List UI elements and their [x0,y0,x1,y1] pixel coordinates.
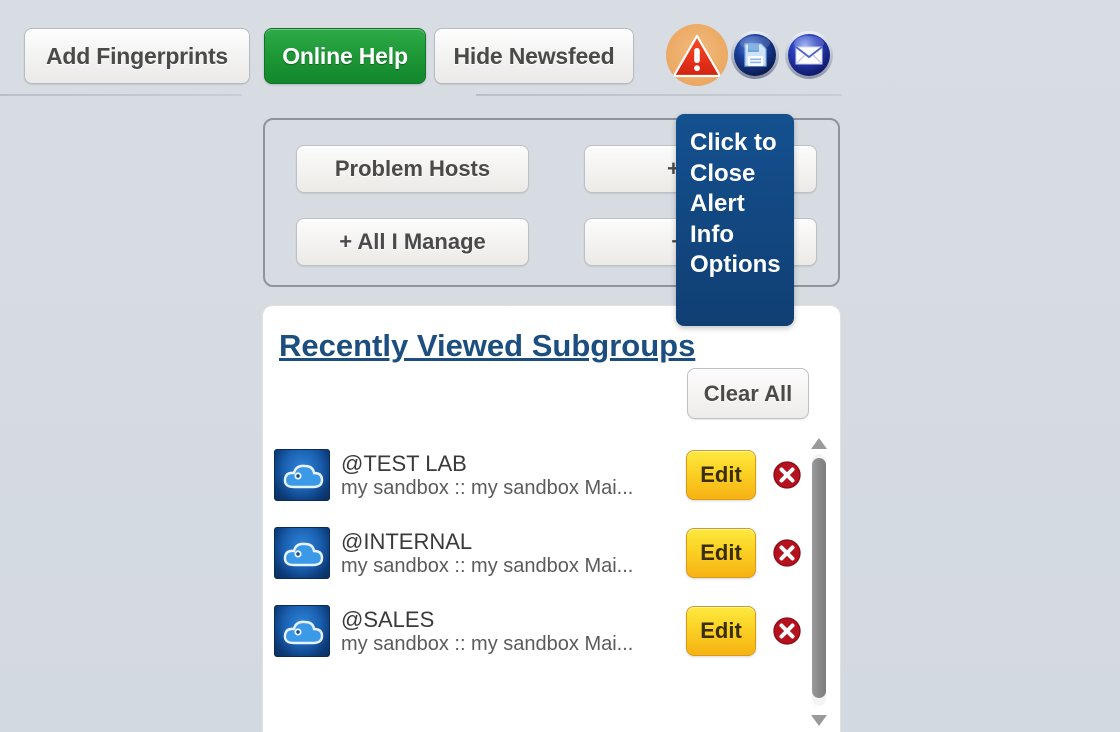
subgroup-cloud-icon [274,449,330,501]
edit-button[interactable]: Edit [686,450,756,500]
toolbar-divider-right [476,94,842,96]
delete-icon[interactable] [772,538,802,568]
list-item[interactable]: @SALES my sandbox :: my sandbox Mai... E… [263,592,814,670]
subgroup-text: @TEST LAB my sandbox :: my sandbox Mai..… [341,451,686,500]
cloud-network-glyph [283,542,324,567]
hide-newsfeed-button[interactable]: Hide Newsfeed [434,28,634,84]
online-help-button[interactable]: Online Help [264,28,426,84]
subgroup-subtitle: my sandbox :: my sandbox Mai... [341,632,634,655]
subgroup-list-scrollbar[interactable] [808,436,830,728]
toolbar-divider-left [0,94,242,96]
subgroup-text: @SALES my sandbox :: my sandbox Mai... [341,607,686,656]
save-disk-icon[interactable] [730,30,780,80]
delete-icon[interactable] [772,616,802,646]
close-alert-info-tooltip[interactable]: Click to Close Alert Info Options [676,114,794,326]
subgroup-subtitle: my sandbox :: my sandbox Mai... [341,476,634,499]
alert-warning-icon[interactable] [666,24,728,86]
recently-viewed-subgroups-card: Recently Viewed Subgroups Clear All @TES… [263,306,840,732]
subgroup-name: @TEST LAB [341,450,467,476]
list-item[interactable]: @INTERNAL my sandbox :: my sandbox Mai..… [263,514,814,592]
mail-envelope-icon[interactable] [784,30,834,80]
save-disk-glyph [731,31,779,79]
clear-all-button[interactable]: Clear All [687,368,809,419]
cloud-network-glyph [283,464,324,489]
subgroup-subtitle: my sandbox :: my sandbox Mai... [341,554,634,577]
delete-icon[interactable] [772,460,802,490]
all-i-manage-button[interactable]: + All I Manage [296,218,529,266]
cloud-network-glyph [283,620,324,645]
subgroup-cloud-icon [274,527,330,579]
subgroup-list: @TEST LAB my sandbox :: my sandbox Mai..… [263,436,814,732]
scroll-up-arrow-icon[interactable] [811,438,827,449]
scrollbar-thumb[interactable] [812,458,826,698]
add-fingerprints-button[interactable]: Add Fingerprints [24,28,250,84]
mail-envelope-glyph [785,31,833,79]
top-toolbar: Add Fingerprints Online Help Hide Newsfe… [0,0,1120,96]
recently-viewed-subgroups-title-link[interactable]: Recently Viewed Subgroups [279,328,695,364]
subgroup-text: @INTERNAL my sandbox :: my sandbox Mai..… [341,529,686,578]
subgroup-cloud-icon [274,605,330,657]
subgroup-name: @SALES [341,606,435,632]
edit-button[interactable]: Edit [686,606,756,656]
scroll-down-arrow-icon[interactable] [811,715,827,726]
edit-button[interactable]: Edit [686,528,756,578]
problem-hosts-button[interactable]: Problem Hosts [296,145,529,193]
subgroup-name: @INTERNAL [341,528,473,554]
app-root: Add Fingerprints Online Help Hide Newsfe… [0,0,1120,732]
warning-triangle-glyph [673,34,721,78]
list-item[interactable]: @TEST LAB my sandbox :: my sandbox Mai..… [263,436,814,514]
